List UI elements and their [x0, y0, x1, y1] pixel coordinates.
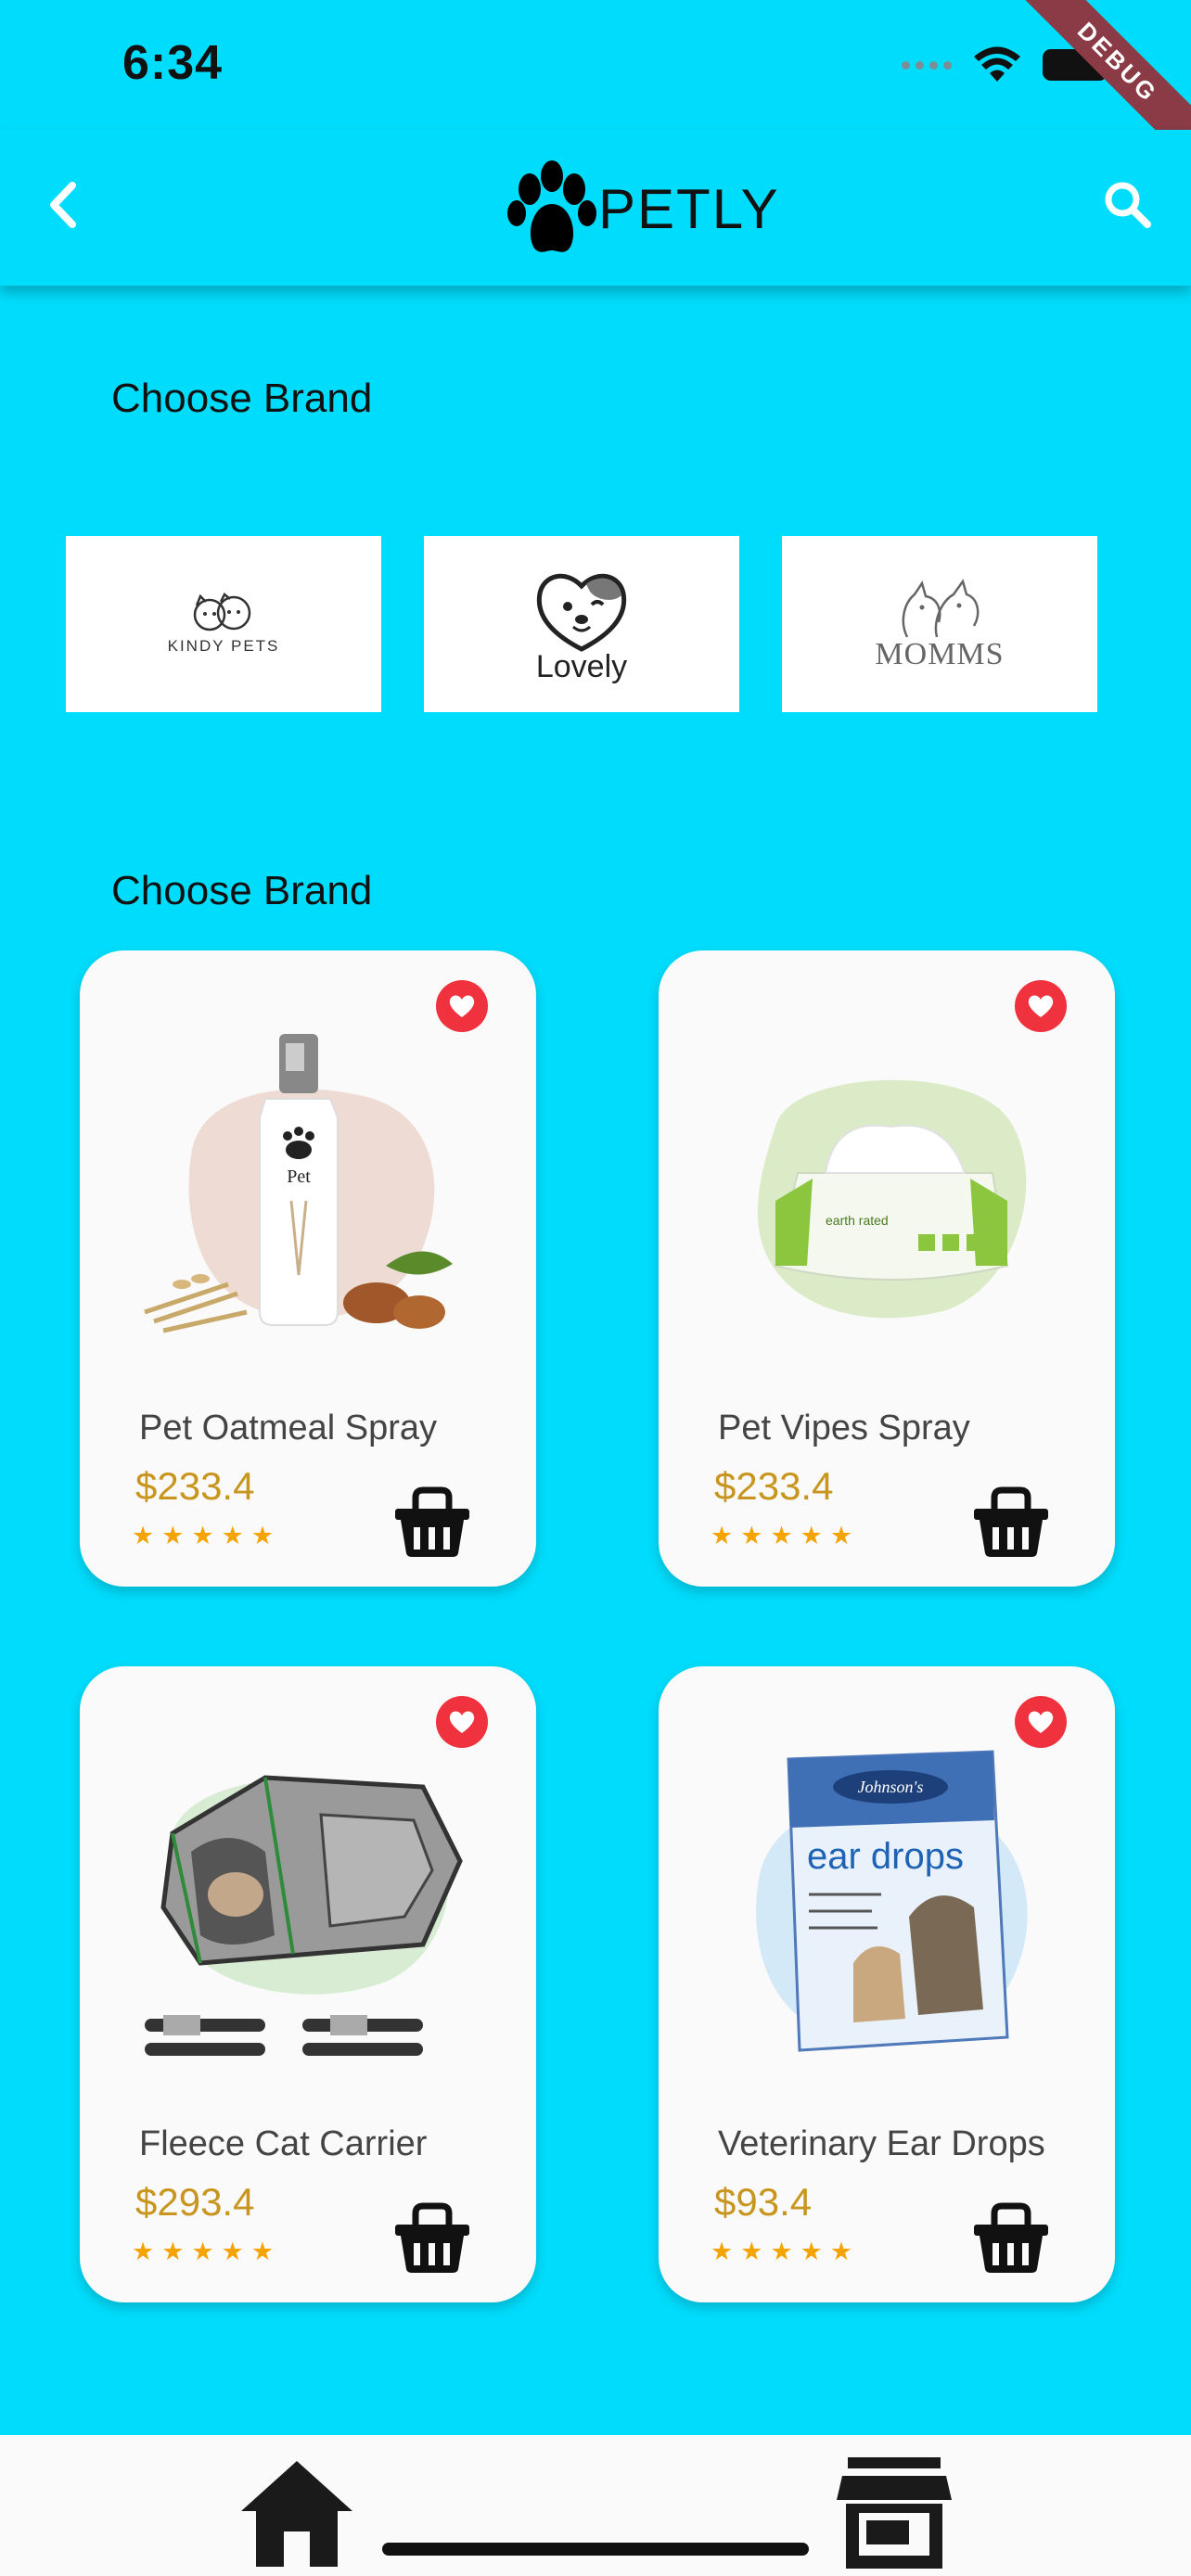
add-to-cart-button[interactable] [393, 2202, 471, 2275]
search-icon [1105, 182, 1151, 228]
brand-name: KINDY PETS [167, 637, 280, 655]
star-icon: ★ [221, 2238, 244, 2265]
status-time: 6:34 [122, 36, 224, 90]
app-bar: PETLY [0, 130, 1191, 286]
add-to-cart-button[interactable] [972, 1486, 1050, 1559]
back-arrow-icon [50, 182, 76, 228]
paw-icon [507, 160, 596, 252]
star-icon: ★ [740, 1522, 763, 1549]
product-price: $233.4 [714, 1464, 834, 1508]
product-name: Pet Oatmeal Spray [139, 1409, 438, 1447]
search-button[interactable] [1095, 172, 1159, 237]
brand-card-kindy-pets[interactable]: KINDY PETS [66, 536, 381, 712]
product-card[interactable]: earth rated Pet Vipes Spray $233.4 ★ ★ ★ ★ ★ [659, 950, 1115, 1587]
home-indicator[interactable] [382, 2543, 809, 2556]
svg-text:earth rated: earth rated [826, 1213, 889, 1228]
app-logo: PETLY [506, 158, 780, 260]
rating-stars: ★ ★ ★ ★ ★ [711, 1524, 852, 1549]
bottom-navigation [0, 2435, 1191, 2576]
product-price: $93.4 [714, 2180, 813, 2224]
product-price: $293.4 [135, 2180, 255, 2224]
star-icon: ★ [829, 1522, 853, 1549]
status-bar: 6:34 DEBUG [0, 0, 1191, 185]
star-icon: ★ [829, 2238, 853, 2265]
product-price: $233.4 [135, 1464, 255, 1508]
product-card[interactable]: Pet Pet Oatmeal Spray $233.4 ★ ★ ★ ★ ★ [80, 950, 536, 1587]
star-icon: ★ [161, 2238, 185, 2265]
basket-icon [395, 1486, 469, 1557]
star-icon: ★ [132, 1522, 155, 1549]
ear-drops-box-image: Johnson's ear drops [756, 1750, 1028, 2052]
star-icon: ★ [770, 2238, 793, 2265]
basket-icon [395, 2202, 469, 2273]
star-icon: ★ [191, 1522, 214, 1549]
svg-text:ear drops: ear drops [807, 1836, 964, 1877]
kindy-pets-logo-icon [193, 593, 251, 631]
back-button[interactable] [32, 172, 96, 237]
star-icon: ★ [740, 2238, 763, 2265]
home-icon [241, 2461, 352, 2567]
brands-section-title: Choose Brand [111, 376, 373, 421]
star-icon: ★ [800, 1522, 823, 1549]
star-icon: ★ [191, 2238, 214, 2265]
star-icon: ★ [250, 2238, 275, 2265]
cellular-signal-icon [902, 60, 952, 70]
product-name: Fleece Cat Carrier [139, 2124, 428, 2163]
cat-carrier-image [145, 1775, 463, 2056]
add-to-cart-button[interactable] [972, 2202, 1050, 2275]
rating-stars: ★ ★ ★ ★ ★ [132, 1524, 274, 1549]
lovely-dog-logo-icon [536, 573, 627, 652]
add-to-cart-button[interactable] [393, 1486, 471, 1559]
rating-stars: ★ ★ ★ ★ ★ [132, 2239, 274, 2264]
star-icon: ★ [221, 1522, 244, 1549]
product-name: Pet Vipes Spray [718, 1409, 970, 1447]
star-icon: ★ [161, 1522, 185, 1549]
products-section-title: Choose Brand [111, 868, 373, 913]
brand-name: MOMMS [875, 637, 1005, 671]
brand-name: Lovely [535, 648, 628, 684]
svg-text:Johnson's: Johnson's [858, 1778, 924, 1796]
star-icon: ★ [800, 2238, 823, 2265]
svg-text:Pet: Pet [287, 1167, 311, 1187]
brand-card-lovely[interactable]: Lovely [424, 536, 739, 712]
basket-icon [974, 2202, 1048, 2273]
basket-icon [974, 1486, 1048, 1557]
nav-store-button[interactable] [835, 2455, 954, 2569]
spray-bottle-image: Pet [144, 1034, 453, 1333]
star-icon: ★ [250, 1522, 275, 1549]
store-icon [837, 2457, 952, 2569]
product-card[interactable]: Johnson's ear drops Veterinary Ear Drops… [659, 1666, 1115, 2302]
momms-logo-icon [902, 579, 980, 638]
nav-home-button[interactable] [237, 2457, 356, 2569]
product-card[interactable]: Fleece Cat Carrier $293.4 ★ ★ ★ ★ ★ [80, 1666, 536, 2302]
rating-stars: ★ ★ ★ ★ ★ [711, 2239, 852, 2264]
wifi-icon [974, 46, 1020, 82]
star-icon: ★ [711, 2238, 734, 2265]
star-icon: ★ [770, 1522, 793, 1549]
star-icon: ★ [132, 2238, 155, 2265]
star-icon: ★ [711, 1522, 734, 1549]
brand-card-momms[interactable]: MOMMS [782, 536, 1097, 712]
product-name: Veterinary Ear Drops [718, 2124, 1045, 2163]
app-title: PETLY [598, 177, 780, 240]
wipes-pack-image: earth rated [757, 1079, 1027, 1319]
